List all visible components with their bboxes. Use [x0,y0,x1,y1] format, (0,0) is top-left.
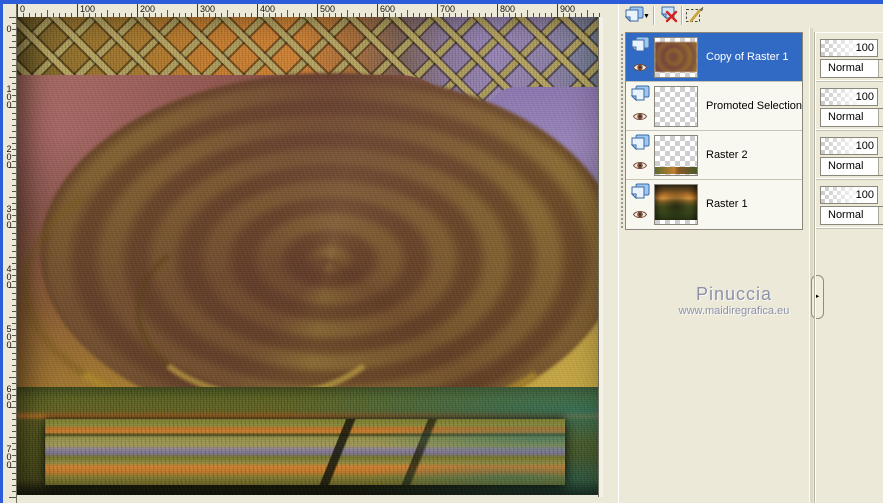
layer-name: Promoted Selection [706,100,802,112]
h-ruler-label: 200 [137,4,155,17]
layer-list: Copy of Raster 1 Promoted Selection Rast… [625,32,803,230]
opacity-value: 100 [855,140,874,152]
canvas-image[interactable] [17,17,598,495]
opacity-slider[interactable]: 100 [820,186,878,204]
blend-mode-value: Normal [828,111,864,123]
layer-row-raster-1[interactable]: Raster 1 [626,180,802,229]
opacity-value: 100 [855,91,874,103]
layer-name: Copy of Raster 1 [706,51,789,63]
raster-layer-icon [630,36,650,54]
layer-visibility-eye-icon[interactable] [632,160,648,171]
layer-row-raster-2[interactable]: Raster 2 [626,131,802,180]
layer-visibility-eye-icon[interactable] [632,209,648,220]
opacity-value: 100 [855,189,874,201]
h-ruler-label: 700 [437,4,455,17]
layer-thumbnail[interactable] [654,184,698,225]
layer-row-promoted-selection[interactable]: Promoted Selection [626,82,802,131]
toolbar-separator [653,6,654,25]
delete-layer-button[interactable] [657,5,681,27]
blend-mode-select[interactable]: Normal ▾ [820,206,883,225]
horizontal-ruler[interactable]: 0 100 200 300 400 500 600 700 800 900 [16,4,602,18]
edit-selection-icon [685,5,705,27]
blend-mode-select[interactable]: Normal ▾ [820,157,883,176]
vertical-ruler[interactable]: 0 100 200 300 400 500 600 700 [3,4,17,503]
opacity-slider[interactable]: 100 [820,88,878,106]
opacity-slider[interactable]: 100 [820,39,878,57]
raster-layer-icon [630,183,650,201]
new-layer-dropdown-arrow[interactable]: ▼ [643,13,650,20]
h-ruler-label: 300 [197,4,215,17]
watermark-name: Pinuccia [695,284,773,304]
blend-mode-value: Normal [828,62,864,74]
layer-visibility-eye-icon[interactable] [632,111,648,122]
chevron-down-icon[interactable]: ▾ [878,207,883,224]
toolbar-separator [681,6,682,25]
v-ruler-label: 200 [4,144,14,168]
chevron-down-icon[interactable]: ▾ [878,109,883,126]
new-layer-icon [624,6,644,27]
layer-visibility-eye-icon[interactable] [632,62,648,73]
layer-name: Raster 2 [706,149,748,161]
app-window: 0 100 200 300 400 500 600 700 800 900 0 … [0,0,883,503]
opacity-slider[interactable]: 100 [820,137,878,155]
layer-thumbnail[interactable] [654,86,698,127]
h-ruler-label: 600 [377,4,395,17]
layers-toolbar: ▼ [619,4,883,28]
chevron-down-icon[interactable]: ▾ [878,60,883,77]
layer-controls-promoted-selection: 100 Normal ▾ [816,82,883,131]
layers-palette: ▼ Copy of Raster 1 Promoted Selection Ra… [618,4,883,503]
layer-controls-column: 100 Normal ▾ 100 Normal ▾ 100 Normal ▾ [815,32,883,503]
delete-layer-icon [659,6,679,27]
v-ruler-label: 300 [4,204,14,228]
h-ruler-label: 400 [257,4,275,17]
v-ruler-label: 700 [4,444,14,468]
h-ruler-label: 500 [317,4,335,17]
layer-thumbnail[interactable] [654,37,698,78]
raster-layer-icon [630,134,650,152]
v-ruler-label: 0 [4,24,14,32]
texture-overlay [17,17,598,495]
canvas-window-edge [598,17,603,497]
chevron-down-icon[interactable]: ▾ [878,158,883,175]
v-ruler-label: 400 [4,264,14,288]
layer-controls-copy-of-raster-1: 100 Normal ▾ [816,33,883,82]
blend-mode-select[interactable]: Normal ▾ [820,59,883,78]
layer-controls-raster-2: 100 Normal ▾ [816,131,883,180]
layer-controls-raster-1: 100 Normal ▾ [816,180,883,229]
layer-thumbnail[interactable] [654,135,698,176]
v-ruler-label: 600 [4,384,14,408]
layer-row-copy-of-raster-1[interactable]: Copy of Raster 1 [626,33,802,82]
v-ruler-label: 500 [4,324,14,348]
h-ruler-label: 900 [557,4,575,17]
h-ruler-label: 0 [17,4,25,17]
edit-selection-button[interactable] [683,5,707,27]
h-ruler-label: 100 [77,4,95,17]
v-ruler-label: 100 [4,84,14,108]
watermark: Pinuccia www.maidiregrafica.eu [649,284,819,318]
opacity-value: 100 [855,42,874,54]
blend-mode-value: Normal [828,160,864,172]
blend-mode-select[interactable]: Normal ▾ [820,108,883,127]
h-ruler-label: 800 [497,4,515,17]
raster-layer-icon [630,85,650,103]
blend-mode-value: Normal [828,209,864,221]
layer-name: Raster 1 [706,198,748,210]
watermark-site: www.maidiregrafica.eu [678,305,790,317]
palette-splitter[interactable] [809,28,813,503]
